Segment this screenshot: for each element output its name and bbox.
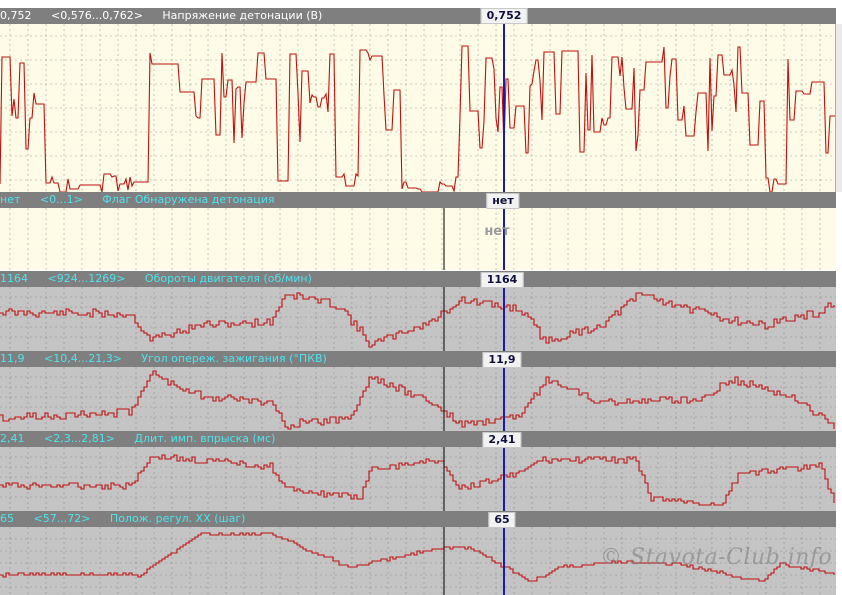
channel-value: 0,752 bbox=[0, 9, 32, 22]
rpm-graph bbox=[0, 287, 836, 351]
channel-range: <0...1> bbox=[39, 193, 83, 206]
channel-range: <57...72> bbox=[33, 512, 91, 525]
channel-value: 65 bbox=[0, 512, 14, 525]
cursor-value-badge: нет bbox=[486, 193, 520, 209]
channel-title: Флаг Обнаружена детонация bbox=[102, 193, 275, 206]
plot-area-injection[interactable] bbox=[0, 447, 836, 511]
channel-header-rpm[interactable]: 1164 <924...1269> Обороты двигателя (об/… bbox=[0, 271, 836, 287]
channel-header-ignition[interactable]: 11,9 <10,4...21,3> Угол опереж. зажигани… bbox=[0, 351, 836, 367]
channel-range: <0,576...0,762> bbox=[51, 9, 143, 22]
grid bbox=[0, 447, 836, 511]
channel-panel-iac: 65 <57...72> Полож. регул. ХХ (шаг) 65 ©… bbox=[0, 511, 842, 595]
channel-title: Напряжение детонации (В) bbox=[162, 9, 323, 22]
grid bbox=[0, 24, 836, 192]
channel-value: 1164 bbox=[0, 272, 28, 285]
channel-title: Полож. регул. ХХ (шаг) bbox=[109, 512, 246, 525]
grid bbox=[0, 367, 836, 431]
channel-title: Длит. имп. впрыска (мс) bbox=[134, 432, 276, 445]
channel-panel-injection: 2,41 <2,3...2,81> Длит. имп. впрыска (мс… bbox=[0, 431, 842, 511]
cursor-value-badge: 11,9 bbox=[482, 352, 522, 368]
cursor-value-badge: 0,752 bbox=[480, 8, 528, 24]
plot-area-rpm[interactable] bbox=[0, 287, 836, 351]
plot-area-ignition[interactable] bbox=[0, 367, 836, 431]
channel-panel-knock-flag: нет <0...1> Флаг Обнаружена детонация не… bbox=[0, 192, 842, 270]
signal-trace bbox=[0, 292, 835, 348]
channel-value: 11,9 bbox=[0, 352, 25, 365]
injection-graph bbox=[0, 447, 836, 511]
cursor-value-badge: 65 bbox=[488, 512, 516, 528]
scrollbar[interactable] bbox=[835, 24, 842, 192]
channel-panel-ignition: 11,9 <10,4...21,3> Угол опереж. зажигани… bbox=[0, 351, 842, 431]
plot-area-knock-flag[interactable]: нет bbox=[0, 208, 836, 270]
channel-panel-rpm: 1164 <924...1269> Обороты двигателя (об/… bbox=[0, 271, 842, 351]
channel-range: <924...1269> bbox=[47, 272, 126, 285]
channel-header-injection[interactable]: 2,41 <2,3...2,81> Длит. имп. впрыска (мс… bbox=[0, 431, 836, 447]
watermark: © Stavota-Club.info bbox=[600, 545, 833, 570]
cursor-value-badge: 2,41 bbox=[482, 432, 522, 448]
knock-flag-plot-value: нет bbox=[484, 224, 510, 239]
signal-trace bbox=[0, 370, 835, 430]
channel-value: 2,41 bbox=[0, 432, 25, 445]
channel-header-knock-voltage[interactable]: 0,752 <0,576...0,762> Напряжение детонац… bbox=[0, 8, 836, 24]
channel-value: нет bbox=[0, 193, 21, 206]
signal-trace bbox=[0, 45, 836, 192]
cursor-value-badge: 1164 bbox=[480, 272, 524, 288]
channel-header-knock-flag[interactable]: нет <0...1> Флаг Обнаружена детонация bbox=[0, 192, 836, 208]
ignition-graph bbox=[0, 367, 836, 431]
signal-trace bbox=[0, 454, 835, 506]
channel-panel-knock-voltage: 0,752 <0,576...0,762> Напряжение детонац… bbox=[0, 8, 842, 192]
channel-title: Угол опереж. зажигания (°ПКВ) bbox=[141, 352, 327, 365]
plot-area-knock-voltage[interactable] bbox=[0, 24, 836, 192]
channel-range: <10,4...21,3> bbox=[44, 352, 122, 365]
knock-flag-graph bbox=[9, 208, 821, 270]
grid bbox=[0, 287, 836, 351]
knock-voltage-graph bbox=[0, 24, 836, 192]
channel-title: Обороты двигателя (об/мин) bbox=[144, 272, 312, 285]
channel-header-iac[interactable]: 65 <57...72> Полож. регул. ХХ (шаг) bbox=[0, 511, 836, 527]
channel-range: <2,3...2,81> bbox=[44, 432, 115, 445]
grid bbox=[9, 208, 821, 270]
